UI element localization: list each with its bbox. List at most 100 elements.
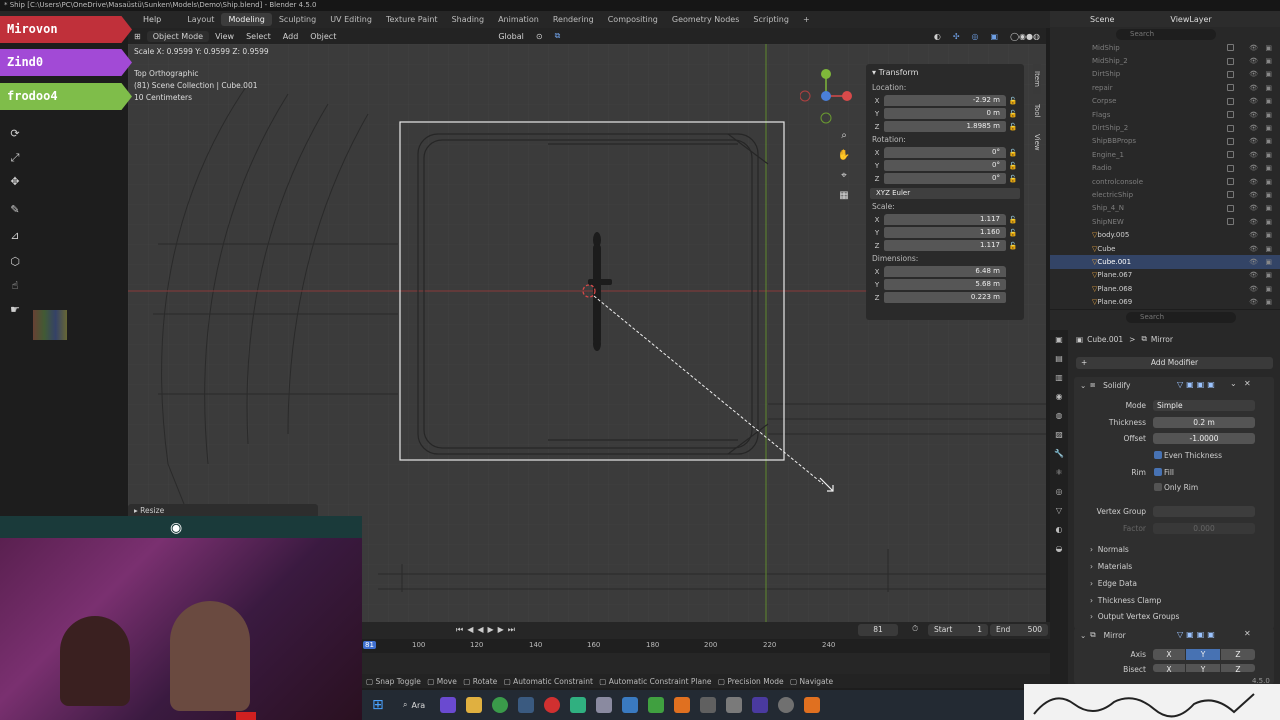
lock-icon[interactable]: 🔓 — [1006, 229, 1020, 237]
lock-icon[interactable]: 🔓 — [1006, 97, 1020, 105]
lock-icon[interactable]: 🔓 — [1006, 216, 1020, 224]
rot-z-field[interactable]: 0° — [884, 173, 1006, 184]
loc-z-field[interactable]: 1.8985 m — [884, 121, 1006, 132]
axis-x-toggle[interactable]: X — [1153, 649, 1185, 660]
menu-view[interactable]: View — [209, 32, 240, 41]
mirror-header[interactable]: ⌄ ⧉ Mirror — [1076, 628, 1126, 642]
rot-y-field[interactable]: 0° — [884, 160, 1006, 171]
exclude-checkbox[interactable] — [1227, 151, 1234, 159]
xray-toggle-icon[interactable]: ▣ — [985, 32, 1005, 41]
eye-icon[interactable]: 👁 — [1249, 111, 1258, 119]
outliner-row[interactable]: controlconsole 👁 ▣ — [1050, 175, 1280, 188]
vertex-group-field[interactable] — [1153, 506, 1255, 517]
eye-icon[interactable]: 👁 — [1249, 298, 1258, 306]
eye-icon[interactable]: 👁 — [1249, 258, 1258, 266]
render-camera-icon[interactable]: ▣ — [1265, 84, 1272, 92]
render-camera-icon[interactable]: ▣ — [1265, 57, 1272, 65]
axis-y-toggle[interactable]: Y — [1186, 649, 1220, 660]
loc-y-field[interactable]: 0 m — [884, 108, 1006, 119]
outliner-row[interactable]: Ship_4_N 👁 ▣ — [1050, 202, 1280, 215]
menu-select[interactable]: Select — [240, 32, 277, 41]
exclude-checkbox[interactable] — [1227, 97, 1234, 105]
add-workspace-button[interactable]: + — [796, 13, 817, 26]
render-camera-icon[interactable]: ▣ — [1265, 44, 1272, 52]
eye-icon[interactable]: 👁 — [1249, 137, 1258, 145]
menu-object[interactable]: Object — [304, 32, 342, 41]
properties-search-input[interactable]: Search — [1126, 311, 1236, 323]
tab-shading[interactable]: Shading — [445, 13, 492, 26]
render-camera-icon[interactable]: ▣ — [1265, 151, 1272, 159]
outliner-row[interactable]: ShipBBProps 👁 ▣ — [1050, 135, 1280, 148]
mirror-name[interactable]: Mirror — [1104, 631, 1126, 640]
exclude-checkbox[interactable] — [1227, 164, 1234, 172]
steam-app-icon[interactable] — [518, 697, 535, 713]
render-camera-icon[interactable]: ▣ — [1265, 164, 1272, 172]
windows-start-icon[interactable]: ⊞ — [372, 697, 388, 713]
section-normals[interactable]: › Normals — [1090, 545, 1129, 554]
eye-icon[interactable]: 👁 — [1249, 70, 1258, 78]
app-icon[interactable] — [726, 697, 743, 713]
lock-icon[interactable]: 🔓 — [1006, 175, 1020, 183]
scene-select[interactable]: Scene — [1090, 15, 1114, 24]
outliner-row[interactable]: electricShip 👁 ▣ — [1050, 188, 1280, 201]
eye-icon[interactable]: 👁 — [1249, 285, 1258, 293]
render-camera-icon[interactable]: ▣ — [1265, 124, 1272, 132]
eye-icon[interactable]: 👁 — [1249, 97, 1258, 105]
eye-icon[interactable]: 👁 — [1249, 231, 1258, 239]
dim-x-field[interactable]: 6.48 m — [884, 266, 1006, 277]
outliner-row[interactable]: Engine_1 👁 ▣ — [1050, 148, 1280, 161]
eye-icon[interactable]: 👁 — [1249, 191, 1258, 199]
eye-icon[interactable]: 👁 — [1249, 204, 1258, 212]
mode-select[interactable]: Object Mode — [146, 30, 210, 42]
offset-field[interactable]: -1.0000 — [1153, 433, 1255, 444]
dim-y-field[interactable]: 5.68 m — [884, 279, 1006, 290]
app-icon[interactable] — [570, 697, 587, 713]
eye-icon[interactable]: 👁 — [1249, 44, 1258, 52]
add-cube-tool-icon[interactable]: ⬡ — [7, 254, 23, 270]
outliner-row[interactable]: ▽ body.005 👁 ▣ — [1050, 228, 1280, 241]
eye-icon[interactable]: 👁 — [1249, 57, 1258, 65]
app-icon[interactable] — [622, 697, 639, 713]
tab-uv-editing[interactable]: UV Editing — [323, 13, 379, 26]
tab-scripting[interactable]: Scripting — [746, 13, 796, 26]
thickness-field[interactable]: 0.2 m — [1153, 417, 1255, 428]
close-icon[interactable]: ✕ — [1244, 379, 1251, 388]
exclude-checkbox[interactable] — [1227, 218, 1234, 226]
rotate-tool-icon[interactable]: ⟳ — [7, 126, 23, 142]
measure-tool-icon[interactable]: ⊿ — [7, 228, 23, 244]
lock-icon[interactable]: 🔓 — [1006, 162, 1020, 170]
orientation-gizmo[interactable] — [800, 68, 856, 124]
tab-view[interactable]: View — [1033, 128, 1041, 156]
snap-icon[interactable]: ⧉ — [549, 31, 567, 41]
tab-item[interactable]: Item — [1033, 64, 1041, 94]
lock-icon[interactable]: 🔓 — [1006, 123, 1020, 131]
modifier-toggle-icons[interactable]: ▽▣▣▣ — [1177, 380, 1218, 389]
tab-animation[interactable]: Animation — [491, 13, 546, 26]
bisect-y-toggle[interactable]: Y — [1186, 664, 1220, 674]
outliner-row[interactable]: ▽ Plane.068 👁 ▣ — [1050, 282, 1280, 295]
overlay-toggle-icon[interactable]: ◎ — [966, 32, 985, 41]
scale-x-field[interactable]: 1.117 — [884, 214, 1006, 225]
folder-app-icon[interactable] — [466, 697, 483, 713]
pan-hand-icon[interactable]: ✋ — [836, 146, 852, 166]
lock-icon[interactable]: 🔓 — [1006, 149, 1020, 157]
exclude-checkbox[interactable] — [1227, 111, 1234, 119]
tab-tool[interactable]: Tool — [1033, 97, 1041, 125]
current-frame-field[interactable]: 81 — [858, 624, 898, 636]
eye-icon[interactable]: 👁 — [1249, 271, 1258, 279]
outliner-row[interactable]: Corpse 👁 ▣ — [1050, 95, 1280, 108]
app-icon[interactable] — [752, 697, 769, 713]
tab-modeling[interactable]: Modeling — [221, 13, 272, 26]
exclude-checkbox[interactable] — [1227, 57, 1234, 65]
lock-icon[interactable]: 🔓 — [1006, 110, 1020, 118]
gizmo-toggle-icon[interactable]: ✣ — [947, 32, 966, 41]
eye-icon[interactable]: 👁 — [1249, 124, 1258, 132]
eye-icon[interactable]: 👁 — [1249, 84, 1258, 92]
scale-tool-icon[interactable]: ⤢ — [7, 150, 23, 166]
render-camera-icon[interactable]: ▣ — [1265, 204, 1272, 212]
render-camera-icon[interactable]: ▣ — [1265, 258, 1272, 266]
exclude-checkbox[interactable] — [1227, 124, 1234, 132]
camera-icon[interactable]: ⌖ — [836, 166, 852, 186]
playhead-marker[interactable]: 81 — [363, 641, 376, 649]
fill-checkbox[interactable] — [1154, 468, 1162, 476]
